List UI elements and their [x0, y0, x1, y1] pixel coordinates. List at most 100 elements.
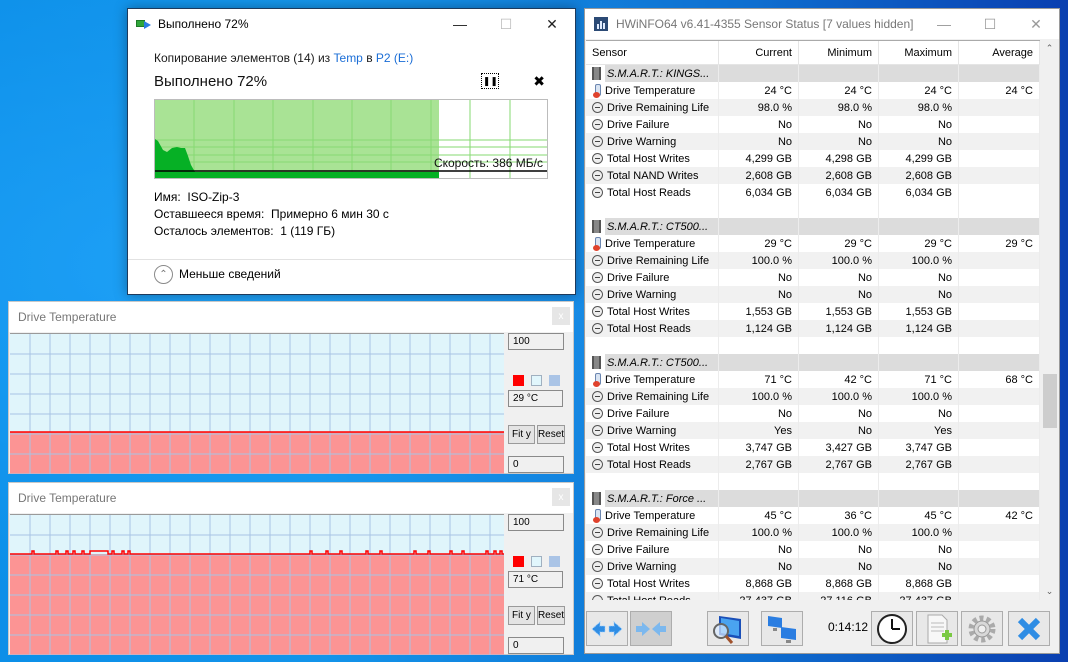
empty-cell — [959, 201, 1040, 218]
line-color-swatch[interactable] — [513, 556, 524, 567]
sensor-row[interactable]: Drive Failure No No No — [586, 269, 1040, 286]
current-value: 27,437 GB — [719, 592, 799, 600]
column-sensor[interactable]: Sensor — [586, 41, 719, 64]
collapse-columns-button[interactable] — [630, 611, 672, 646]
gauge-icon — [592, 153, 603, 164]
scroll-thumb[interactable] — [1043, 374, 1057, 428]
graph-max-field[interactable]: 100 — [508, 333, 564, 350]
sensor-row[interactable]: Drive Temperature 71 °C 42 °C 71 °C 68 °C — [586, 371, 1040, 388]
sensor-row[interactable]: Drive Remaining Life 100.0 % 100.0 % 100.0 … — [586, 252, 1040, 269]
grid-color-swatch[interactable] — [549, 375, 560, 386]
maximize-button[interactable]: ☐ — [483, 9, 529, 39]
temperature-chart — [10, 515, 504, 655]
reset-button[interactable]: Reset — [537, 425, 565, 444]
sensor-row[interactable]: Drive Failure No No No — [586, 116, 1040, 133]
destination-link[interactable]: P2 (E:) — [376, 51, 413, 65]
average-value — [959, 133, 1040, 150]
reset-button[interactable]: Reset — [537, 606, 565, 625]
sensor-row[interactable]: Drive Remaining Life 98.0 % 98.0 % 98.0 % — [586, 99, 1040, 116]
empty-cell — [879, 201, 959, 218]
graph-max-field[interactable]: 100 — [508, 514, 564, 531]
sensor-row[interactable]: Drive Warning No No No — [586, 133, 1040, 150]
sensor-name: Total Host Writes — [607, 152, 690, 165]
temperature-chart — [10, 334, 504, 474]
stop-button[interactable]: ✖ — [533, 73, 545, 90]
sensor-view-button[interactable] — [707, 611, 749, 646]
sensor-row[interactable]: Drive Temperature 29 °C 29 °C 29 °C 29 °C — [586, 235, 1040, 252]
column-minimum[interactable]: Minimum — [799, 41, 879, 64]
minimize-button[interactable]: — — [437, 9, 483, 39]
time-label: Оставшееся время: — [154, 207, 265, 221]
sensor-row[interactable]: Drive Remaining Life 100.0 % 100.0 % 100.0 … — [586, 388, 1040, 405]
sensor-row[interactable]: Total NAND Writes 2,608 GB 2,608 GB 2,608 G… — [586, 167, 1040, 184]
sensor-row[interactable]: Drive Failure No No No — [586, 541, 1040, 558]
sensor-group-row[interactable]: S.M.A.R.T.: CT500... — [586, 354, 1040, 371]
expand-columns-button[interactable] — [586, 611, 628, 646]
sensor-group-row[interactable]: S.M.A.R.T.: KINGS... — [586, 65, 1040, 82]
sensor-row[interactable]: Drive Temperature 24 °C 24 °C 24 °C 24 °C — [586, 82, 1040, 99]
fit-y-button[interactable]: Fit y — [508, 606, 535, 625]
graph-min-field[interactable]: 0 — [508, 456, 564, 473]
sensor-row[interactable]: Total Host Writes 3,747 GB 3,427 GB 3,747 G… — [586, 439, 1040, 456]
background-color-swatch[interactable] — [531, 375, 542, 386]
fit-y-button[interactable]: Fit y — [508, 425, 535, 444]
sensor-row[interactable]: Drive Warning No No No — [586, 286, 1040, 303]
maximum-value: Yes — [879, 422, 959, 439]
scroll-up-icon[interactable]: ⌃ — [1040, 40, 1059, 57]
thermometer-icon — [592, 372, 601, 387]
close-button[interactable]: ✕ — [529, 9, 575, 39]
sensor-row[interactable]: Drive Warning No No No — [586, 558, 1040, 575]
maximum-value: No — [879, 558, 959, 575]
settings-button[interactable] — [961, 611, 1003, 646]
maximize-button[interactable]: ☐ — [967, 9, 1013, 39]
column-maximum[interactable]: Maximum — [879, 41, 959, 64]
gauge-icon — [592, 561, 603, 572]
sensor-row[interactable]: Drive Temperature 45 °C 36 °C 45 °C 42 °C — [586, 507, 1040, 524]
empty-cell — [959, 218, 1040, 235]
pause-button[interactable]: ❚❚ — [481, 73, 500, 89]
graph-close-button[interactable]: x — [552, 488, 570, 506]
minimize-button[interactable]: — — [921, 9, 967, 39]
network-button[interactable] — [761, 611, 803, 646]
sensor-row[interactable]: Total Host Writes 8,868 GB 8,868 GB 8,868 G… — [586, 575, 1040, 592]
sensor-row[interactable]: Total Host Writes 4,299 GB 4,298 GB 4,299 G… — [586, 150, 1040, 167]
close-button[interactable]: ✕ — [1013, 9, 1059, 39]
empty-cell — [586, 201, 719, 218]
graph-close-button[interactable]: x — [552, 307, 570, 325]
sensor-row[interactable]: Drive Failure No No No — [586, 405, 1040, 422]
reset-clock-button[interactable] — [871, 611, 913, 646]
maximum-value: 100.0 % — [879, 524, 959, 541]
graph-controls: 100 71 °C Fit y Reset 0 — [508, 514, 572, 655]
sensor-name-cell: Drive Temperature — [586, 371, 719, 388]
sensor-name-cell: Drive Failure — [586, 269, 719, 286]
grid-color-swatch[interactable] — [549, 556, 560, 567]
sensor-group-row[interactable]: S.M.A.R.T.: Force ... — [586, 490, 1040, 507]
sensor-row[interactable]: Total Host Reads 6,034 GB 6,034 GB 6,034 GB — [586, 184, 1040, 201]
close-hwinfo-button[interactable] — [1008, 611, 1050, 646]
sensor-row[interactable]: Drive Warning Yes No Yes — [586, 422, 1040, 439]
sensor-group-row[interactable]: S.M.A.R.T.: CT500... — [586, 218, 1040, 235]
less-details-button[interactable]: ⌃ Меньше сведений — [154, 263, 281, 285]
graph-min-field[interactable]: 0 — [508, 637, 564, 654]
vertical-scrollbar[interactable]: ⌃ ⌄ — [1040, 40, 1059, 600]
sensor-row[interactable]: Total Host Reads 2,767 GB 2,767 GB 2,767 GB — [586, 456, 1040, 473]
source-link[interactable]: Temp — [334, 51, 363, 65]
logging-button[interactable] — [916, 611, 958, 646]
column-average[interactable]: Average — [959, 41, 1040, 64]
sensor-row[interactable]: Total Host Writes 1,553 GB 1,553 GB 1,553 G… — [586, 303, 1040, 320]
column-current[interactable]: Current — [719, 41, 799, 64]
sensor-row[interactable]: Total Host Reads 27,437 GB27,116 GB27,437… — [586, 592, 1040, 600]
empty-cell — [719, 218, 799, 235]
name-row: Имя: ISO-Zip-3 — [154, 189, 549, 206]
average-value — [959, 269, 1040, 286]
line-color-swatch[interactable] — [513, 375, 524, 386]
empty-cell — [959, 354, 1040, 371]
average-value — [959, 303, 1040, 320]
maximum-value: No — [879, 286, 959, 303]
close-x-icon — [1017, 617, 1041, 640]
background-color-swatch[interactable] — [531, 556, 542, 567]
scroll-down-icon[interactable]: ⌄ — [1040, 583, 1059, 600]
sensor-row[interactable]: Drive Remaining Life 100.0 % 100.0 % 100.0 … — [586, 524, 1040, 541]
current-value: No — [719, 558, 799, 575]
sensor-row[interactable]: Total Host Reads 1,124 GB 1,124 GB 1,124 GB — [586, 320, 1040, 337]
